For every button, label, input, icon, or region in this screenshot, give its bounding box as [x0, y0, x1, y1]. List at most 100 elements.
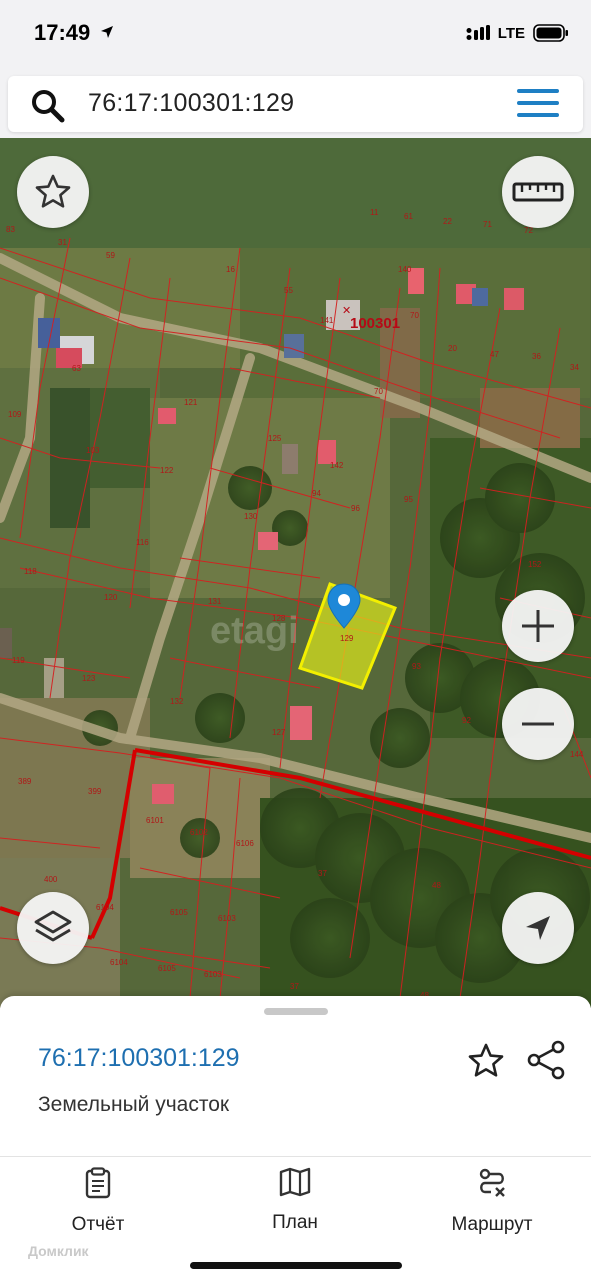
sheet-grabber[interactable] — [264, 1008, 328, 1015]
parcel-number-label: 141 — [320, 316, 334, 325]
my-location-button[interactable] — [502, 892, 574, 964]
map-view[interactable]: etagi 129 ✕ 100301 83 31 59 16 55 11 61 22 71 72 1… — [0, 138, 591, 1008]
parcel-number-label: 140 — [398, 265, 412, 274]
parcel-number-label: 6105 — [158, 964, 176, 973]
map-watermark: etagi — [210, 610, 299, 652]
selected-parcel-label: 129 — [340, 634, 354, 643]
parcel-cadastral-number: 76:17:100301:129 — [38, 1044, 240, 1072]
menu-icon[interactable] — [517, 89, 559, 119]
parcel-number-label: 389 — [18, 777, 32, 786]
battery-icon — [533, 24, 568, 42]
parcel-number-label: 6105 — [170, 908, 188, 917]
layers-button[interactable] — [17, 892, 89, 964]
parcel-number-label: 130 — [244, 512, 258, 521]
parcel-number-label: 118 — [24, 567, 37, 576]
parcel-number-label: 37 — [290, 982, 299, 991]
parcel-number-label: 48 — [432, 881, 441, 890]
ruler-button[interactable] — [502, 156, 574, 228]
parcel-number-label: 125 — [268, 434, 282, 443]
parcel-number-label: 37 — [318, 869, 327, 878]
parcel-number-label: 400 — [44, 875, 58, 884]
network-type: LTE — [497, 24, 525, 42]
map-icon — [279, 1167, 311, 1197]
route-icon — [479, 1168, 505, 1197]
star-icon[interactable] — [466, 1042, 506, 1080]
parcel-number-label: 6103 — [204, 970, 222, 979]
parcel-number-label: 142 — [330, 461, 344, 470]
parcel-number-label: 6102 — [190, 828, 208, 837]
parcel-number-label: 36 — [532, 352, 541, 361]
parcel-number-label: 59 — [106, 251, 115, 260]
parcel-number-label: 127 — [272, 728, 286, 737]
parcel-number-label: 47 — [490, 350, 499, 359]
tab-report-label: Отчёт — [71, 1214, 125, 1235]
parcel-number-label: 132 — [170, 697, 184, 706]
parcel-number-label: 22 — [443, 217, 452, 226]
parcel-number-label: 6101 — [146, 816, 164, 825]
parcel-number-label: 70 — [410, 311, 419, 320]
parcel-number-label: 95 — [404, 495, 413, 504]
parcel-number-label: 93 — [412, 662, 421, 671]
parcel-number-label: 119 — [12, 656, 25, 665]
parcel-number-label: 94 — [312, 489, 321, 498]
tab-report[interactable]: Отчёт — [48, 1167, 148, 1236]
parcel-number-label: 83 — [6, 225, 15, 234]
parcel-number-label: 71 — [483, 220, 492, 229]
parcel-number-label: 6106 — [236, 839, 254, 848]
parcel-number-label: 109 — [8, 410, 22, 419]
star-icon — [35, 174, 71, 208]
zoom-in-button[interactable] — [502, 590, 574, 662]
parcel-number-label: 6104 — [96, 903, 114, 912]
favorite-map-button[interactable] — [17, 156, 89, 228]
parcel-number-label: 6103 — [218, 914, 236, 923]
parcel-number-label: 103 — [86, 446, 100, 455]
location-arrow-small-icon — [101, 26, 114, 38]
share-icon[interactable] — [526, 1040, 566, 1080]
parcel-info-sheet[interactable]: 76:17:100301:129 Земельный участок — [0, 996, 591, 1156]
status-time-text: 17:49 — [34, 20, 91, 45]
parcel-number-label: 16 — [226, 265, 235, 274]
parcel-number-label: 131 — [208, 597, 222, 606]
parcel-number-label: 55 — [284, 286, 293, 295]
search-icon[interactable] — [30, 88, 70, 124]
parcel-number-label: 121 — [184, 398, 198, 407]
quarter-label: 100301 — [350, 315, 400, 332]
parcel-number-label: 31 — [58, 238, 67, 247]
status-time: 17:49 — [34, 20, 114, 46]
status-bar: 17:49 LTE — [0, 0, 591, 72]
parcel-type: Земельный участок — [38, 1093, 230, 1116]
search-bar[interactable]: 76:17:100301:129 — [8, 76, 583, 132]
tab-route[interactable]: Маршрут — [440, 1167, 544, 1236]
parcel-number-label: 120 — [104, 593, 118, 602]
app-watermark: Домклик — [28, 1243, 89, 1259]
parcel-number-label: 70 — [374, 387, 383, 396]
parcel-number-label: 122 — [160, 466, 174, 475]
home-indicator[interactable] — [190, 1262, 402, 1269]
search-input[interactable]: 76:17:100301:129 — [88, 89, 294, 118]
layers-icon — [34, 910, 72, 942]
parcel-number-label: 92 — [462, 716, 471, 725]
parcel-number-label: 6104 — [110, 958, 128, 967]
parcel-number-label: 63 — [72, 364, 81, 373]
parcel-number-label: 123 — [82, 674, 96, 683]
satellite-map[interactable]: etagi 129 ✕ 100301 833159165511 6122 71721… — [0, 138, 591, 1008]
parcel-number-label: 152 — [528, 560, 542, 569]
ruler-icon — [512, 182, 564, 202]
parcel-number-label: 399 — [88, 787, 102, 796]
plus-icon — [522, 610, 554, 642]
location-arrow-icon — [526, 916, 550, 940]
parcel-number-label: 116 — [136, 538, 149, 547]
minus-icon — [522, 722, 554, 726]
clipboard-icon — [85, 1167, 111, 1199]
zoom-out-button[interactable] — [502, 688, 574, 760]
parcel-number-label: 144 — [570, 750, 584, 759]
parcel-number-label: 61 — [404, 212, 413, 221]
tab-route-label: Маршрут — [451, 1214, 533, 1235]
parcel-number-label: 34 — [570, 363, 579, 372]
tab-plan[interactable]: План — [245, 1167, 345, 1234]
parcel-number-label: 20 — [448, 344, 457, 353]
status-right: LTE — [466, 24, 569, 42]
parcel-number-label: 128 — [272, 614, 286, 623]
parcel-number-label: 96 — [351, 504, 360, 513]
parcel-number-label: 11 — [370, 208, 379, 217]
